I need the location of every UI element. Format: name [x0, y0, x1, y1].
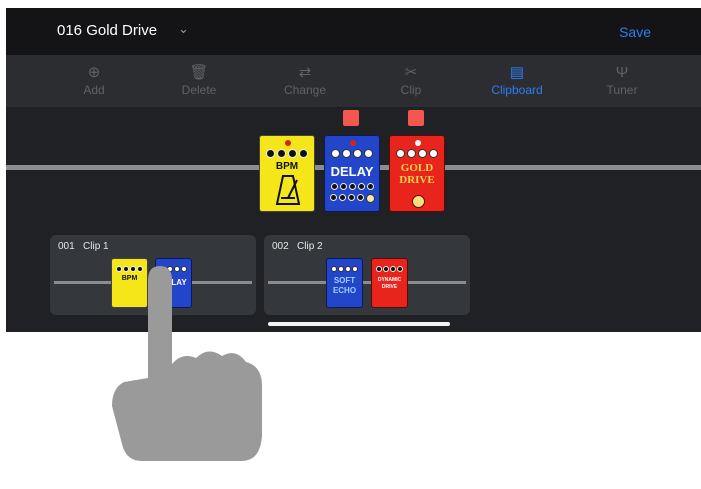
swap-icon: ⇄ — [298, 64, 312, 81]
pedal-gold-drive[interactable]: GOLD DRIVE — [389, 135, 445, 212]
pedal-delay[interactable]: DELAY — [324, 135, 380, 212]
preset-title[interactable]: 016 Gold Drive — [57, 22, 157, 39]
delete-button[interactable]: 🗑 Delete — [159, 63, 239, 97]
pedal-name: SOFT ECHO — [332, 276, 357, 295]
clipboard-label: Clipboard — [491, 83, 543, 97]
plus-circle-icon: ⊕ — [87, 64, 101, 81]
edit-toolbar: ⊕ Add 🗑 Delete ⇄ Change ✂ Clip ▤ Clipboa… — [6, 55, 701, 107]
clip-title: 002 Clip 2 — [272, 241, 323, 252]
chevron-down-icon[interactable]: ⌄ — [178, 21, 189, 37]
clip-chain-line — [268, 281, 466, 284]
add-button[interactable]: ⊕ Add — [54, 63, 134, 97]
clip-name: Clip 2 — [297, 241, 323, 252]
clip-number: 002 — [272, 241, 289, 252]
clip-label: Clip — [400, 83, 422, 97]
save-button[interactable]: Save — [619, 24, 651, 40]
pedal-name: DYNAMIC DRIVE — [377, 277, 402, 290]
pedal-knobs — [260, 149, 314, 158]
pedal-dots — [325, 194, 379, 203]
pedal-knobs — [327, 266, 362, 272]
clip-pedal-soft-echo: SOFT ECHO — [326, 258, 363, 308]
clipboard-icon: ▤ — [509, 64, 525, 81]
pedal-name: BPM — [275, 161, 299, 172]
clip-button[interactable]: ✂ Clip — [371, 63, 451, 97]
metronome-icon — [275, 175, 301, 205]
delete-label: Delete — [181, 83, 217, 97]
footswitch[interactable] — [412, 195, 425, 208]
pedal-knobs — [372, 266, 407, 272]
pedal-led — [350, 140, 356, 146]
home-indicator — [268, 322, 450, 326]
pedal-led — [415, 140, 421, 146]
tuning-fork-icon: Ψ — [615, 64, 629, 81]
selection-marker[interactable] — [408, 110, 424, 126]
clip-pedal-dynamic-drive: DYNAMIC DRIVE — [371, 258, 408, 308]
pedal-knobs — [390, 149, 444, 158]
top-bar: 016 Gold Drive ⌄ Save — [6, 8, 701, 55]
pedal-bpm[interactable]: BPM — [259, 135, 315, 212]
clip-title: 001 Clip 1 — [58, 241, 109, 252]
pedal-led — [285, 140, 291, 146]
tuner-label: Tuner — [606, 83, 638, 97]
clip-number: 001 — [58, 241, 75, 252]
tuner-button[interactable]: Ψ Tuner — [582, 63, 662, 97]
pedal-name: DELAY — [330, 164, 374, 179]
scissors-icon: ✂ — [404, 64, 418, 81]
pointing-hand-icon — [112, 266, 262, 461]
selection-marker[interactable] — [343, 110, 359, 126]
add-label: Add — [83, 83, 105, 97]
change-button[interactable]: ⇄ Change — [265, 63, 345, 97]
pedal-dots — [325, 183, 379, 190]
clipboard-button[interactable]: ▤ Clipboard — [477, 63, 557, 97]
clip-name: Clip 1 — [83, 241, 109, 252]
pedal-knobs — [325, 149, 379, 158]
pedal-name: GOLD DRIVE — [399, 162, 435, 186]
change-label: Change — [283, 83, 327, 97]
clipboard-clip-2[interactable]: 002 Clip 2 SOFT ECHO DYNAMIC DRIVE — [264, 235, 470, 315]
app-screen: 016 Gold Drive ⌄ Save ⊕ Add 🗑 Delete ⇄ C… — [6, 8, 701, 332]
trash-icon: 🗑 — [189, 64, 209, 81]
